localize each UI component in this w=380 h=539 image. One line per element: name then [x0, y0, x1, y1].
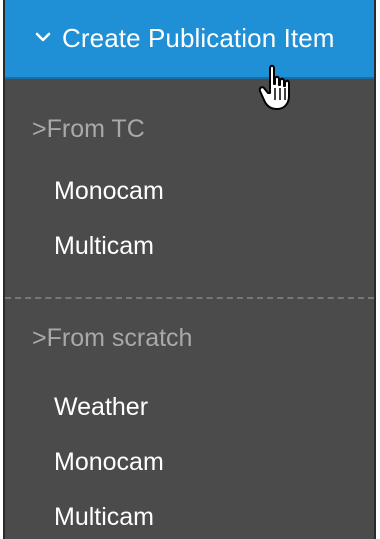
menu-item-from-scratch-weather[interactable]: Weather [54, 393, 148, 422]
screenshot-frame: Create Publication Item >From TC Monocam… [0, 0, 380, 539]
hand-pointer-icon [258, 64, 290, 110]
chevron-down-icon [35, 32, 51, 42]
dropdown-menu: Create Publication Item >From TC Monocam… [3, 0, 376, 539]
section-title-from-tc: >From TC [32, 115, 145, 143]
menu-item-from-scratch-multicam[interactable]: Multicam [54, 503, 154, 532]
header-label: Create Publication Item [62, 23, 335, 53]
menu-item-from-tc-multicam[interactable]: Multicam [54, 232, 154, 261]
section-title-from-scratch: >From scratch [32, 324, 193, 352]
section-divider [5, 297, 374, 299]
menu-item-from-scratch-monocam[interactable]: Monocam [54, 448, 164, 477]
menu-item-from-tc-monocam[interactable]: Monocam [54, 177, 164, 206]
create-publication-item-header[interactable]: Create Publication Item [5, 0, 374, 79]
